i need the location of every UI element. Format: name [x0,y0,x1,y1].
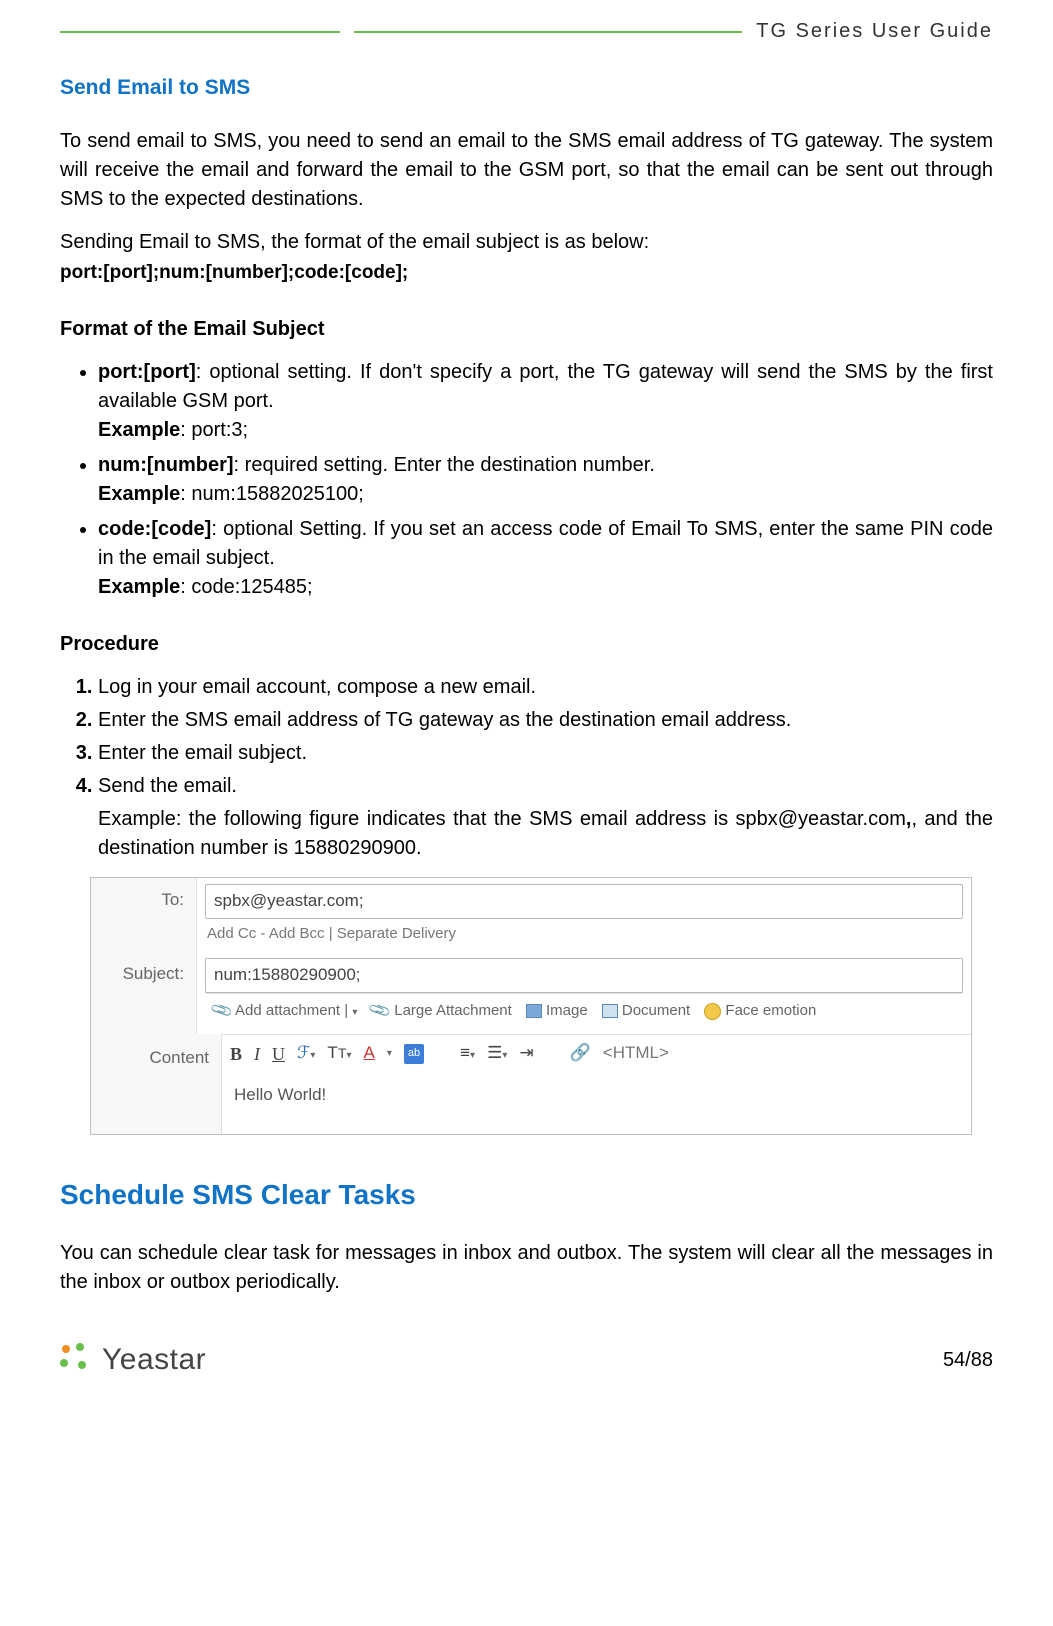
format-lead: Sending Email to SMS, the format of the … [60,228,993,257]
italic-button[interactable]: I [254,1041,260,1067]
subject-format-list: port:[port]: optional setting. If don't … [60,358,993,602]
bullet-code: code:[code]: optional Setting. If you se… [98,515,993,602]
bullet-code-example-val: : code:125485; [180,576,312,598]
bullet-num-example-label: Example [98,483,180,505]
face-emotion-icon [704,1003,721,1020]
to-label: To: [91,878,197,952]
subject-format-heading: Format of the Email Subject [60,315,993,344]
procedure-heading: Procedure [60,630,993,659]
step-1: Log in your email account, compose a new… [98,673,993,702]
document-icon [602,1004,618,1018]
image-button[interactable]: Image [546,1002,588,1019]
document-button[interactable]: Document [622,1002,690,1019]
step-2: Enter the SMS email address of TG gatewa… [98,706,993,735]
bullet-port: port:[port]: optional setting. If don't … [98,358,993,445]
bold-button[interactable]: B [230,1041,242,1067]
paperclip-icon: 📎 [209,997,236,1025]
attachment-toolbar: 📎 Add attachment | ▾ 📎 Large Attachment … [205,993,963,1028]
step-3-text: Enter the email subject. [98,742,307,764]
highlight-button[interactable]: ab [404,1044,424,1064]
subject-field[interactable]: num:15880290900; [205,958,963,993]
step-1-text: Log in your email account, compose a new… [98,676,536,698]
html-button[interactable]: <HTML> [603,1041,669,1066]
bullet-code-key: code:[code] [98,518,211,540]
bullet-code-desc: : optional Setting. If you set an access… [98,518,993,569]
step-4-text: Send the email. [98,775,237,797]
example-note-a: Example: the following figure indicates … [98,808,906,830]
page-footer: Yeastar 54/88 [60,1337,993,1377]
header-rule: TG Series User Guide [60,20,993,43]
step-3: Enter the email subject. [98,739,993,768]
bullet-port-desc: : optional setting. If don't specify a p… [98,361,993,412]
align-button[interactable]: ≡▾ [460,1041,475,1066]
bullet-num-key: num:[number] [98,454,234,476]
add-attachment-button[interactable]: Add attachment | [235,1002,348,1019]
page-number: 54/88 [943,1349,993,1372]
indent-button[interactable]: ⇥ [519,1041,533,1066]
subject-label: Subject: [91,952,197,1033]
content-label: Content [91,1034,222,1134]
list-button[interactable]: ☰▾ [487,1041,507,1066]
step-4: Send the email. Example: the following f… [98,772,993,863]
bullet-num: num:[number]: required setting. Enter th… [98,451,993,509]
face-emotion-button[interactable]: Face emotion [725,1002,816,1019]
step-2-text: Enter the SMS email address of TG gatewa… [98,709,791,731]
format-toolbar: B I U ℱ▾ TT▾ A▾ ab ≡▾ ☰▾ ⇥ 🔗 <HTML> [222,1034,971,1073]
email-body[interactable]: Hello World! [222,1073,971,1134]
font-size-button[interactable]: TT▾ [327,1041,351,1066]
paperclip-icon: 📎 [367,997,394,1025]
procedure-list: Log in your email account, compose a new… [60,673,993,863]
dropdown-icon[interactable]: ▾ [352,1007,357,1018]
bullet-num-desc: : required setting. Enter the destinatio… [234,454,655,476]
brand-logo: Yeastar [60,1343,206,1377]
email-compose-figure: To: spbx@yeastar.com; Add Cc - Add Bcc |… [90,877,972,1135]
bullet-port-example-val: : port:3; [180,419,248,441]
intro-paragraph: To send email to SMS, you need to send a… [60,127,993,214]
bullet-port-key: port:[port] [98,361,196,383]
header-rule-left [60,31,340,33]
doc-title: TG Series User Guide [756,20,993,43]
logo-icon [60,1343,94,1377]
header-rule-mid [354,31,742,33]
bullet-code-example-label: Example [98,576,180,598]
large-attachment-button[interactable]: Large Attachment [394,1002,512,1019]
image-icon [526,1004,542,1018]
underline-button[interactable]: U [272,1041,285,1067]
schedule-paragraph: You can schedule clear task for messages… [60,1239,993,1297]
section-heading-send-email-to-sms: Send Email to SMS [60,73,993,103]
section-heading-schedule-sms-clear: Schedule SMS Clear Tasks [60,1175,993,1216]
to-field[interactable]: spbx@yeastar.com; [205,884,963,919]
format-code: port:[port];num:[number];code:[code]; [60,259,993,287]
font-color-button[interactable]: A [364,1041,375,1066]
bullet-num-example-val: : num:15882025100; [180,483,364,505]
link-icon[interactable]: 🔗 [570,1041,591,1066]
brand-name: Yeastar [102,1343,206,1377]
cc-bcc-line[interactable]: Add Cc - Add Bcc | Separate Delivery [205,919,963,947]
bullet-port-example-label: Example [98,419,180,441]
font-style-button[interactable]: ℱ▾ [297,1041,315,1066]
